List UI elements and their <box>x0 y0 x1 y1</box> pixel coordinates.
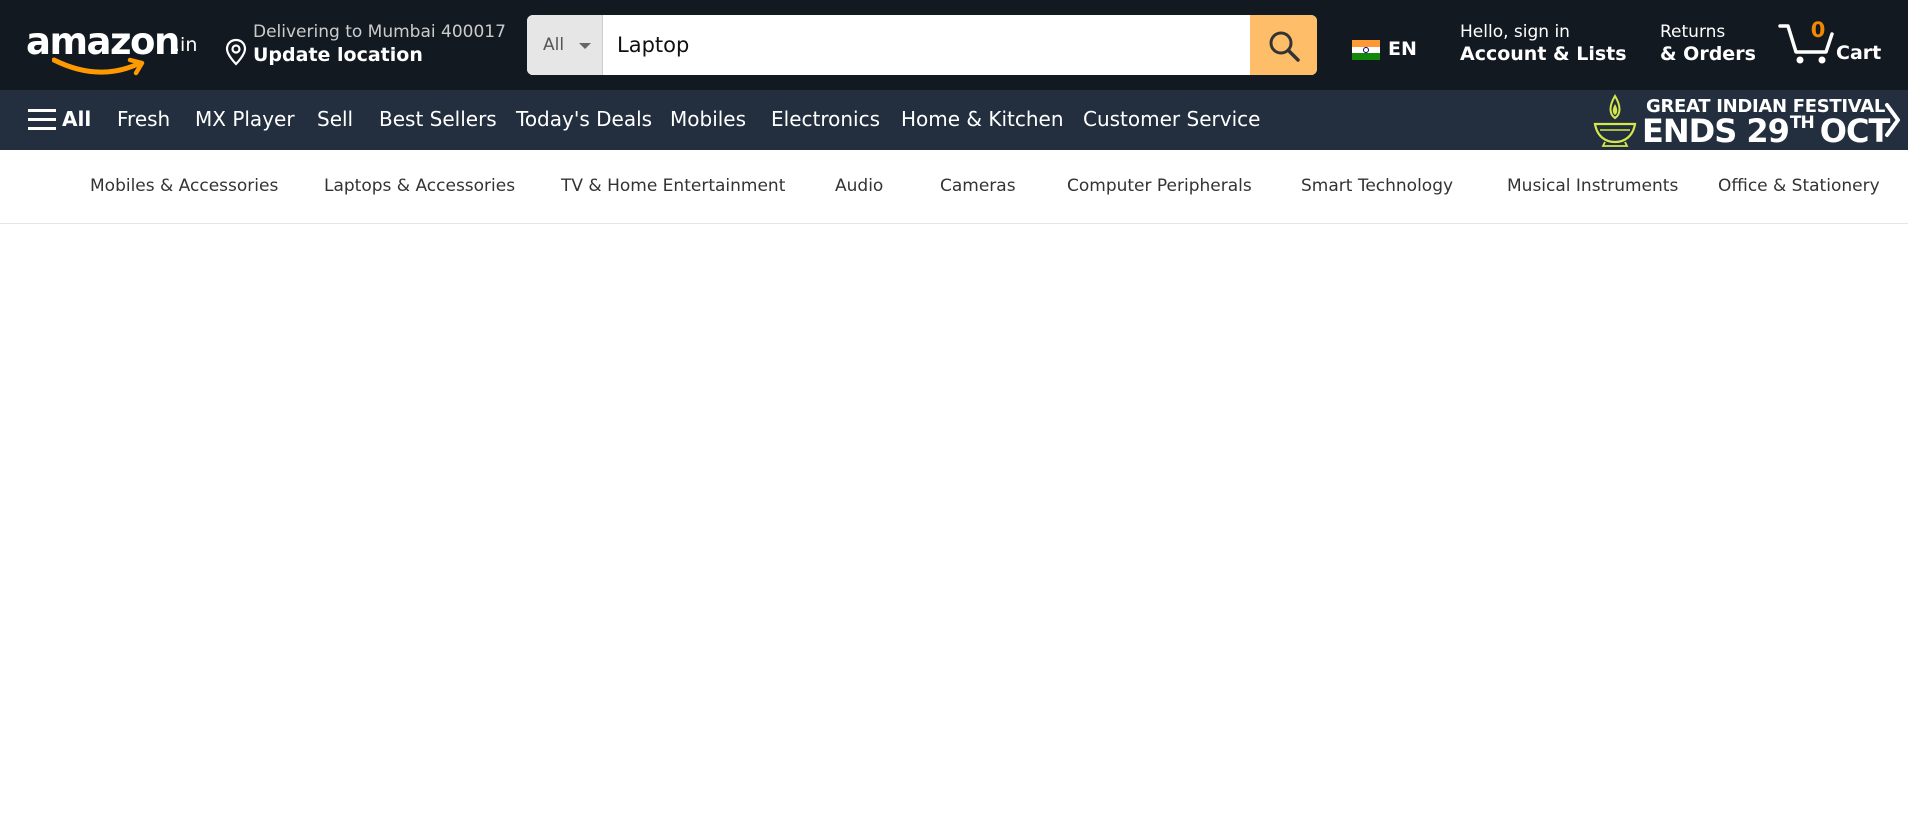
category-subnav: Mobiles & Accessories Laptops & Accessor… <box>0 150 1908 224</box>
nav-link-mx-player[interactable]: MX Player <box>195 107 295 131</box>
india-flag-icon <box>1352 40 1380 60</box>
all-menu-label: All <box>62 107 92 131</box>
nav-link-home-kitchen[interactable]: Home & Kitchen <box>901 107 1064 131</box>
nav-link-fresh[interactable]: Fresh <box>117 107 170 131</box>
amazon-logo[interactable]: amazon .in <box>22 14 202 76</box>
chevron-right-icon <box>1885 103 1900 137</box>
subnav-computer-peripherals[interactable]: Computer Peripherals <box>1067 176 1252 196</box>
delivery-line1: Delivering to Mumbai 400017 <box>253 22 506 42</box>
nav-link-sell[interactable]: Sell <box>317 107 353 131</box>
delivery-location[interactable]: Delivering to Mumbai 400017 Update locat… <box>222 18 506 74</box>
language-selector[interactable]: EN <box>1350 36 1420 66</box>
logo-tld: .in <box>174 34 198 56</box>
subnav-tv-home-entertainment[interactable]: TV & Home Entertainment <box>561 176 785 196</box>
subnav-laptops-accessories[interactable]: Laptops & Accessories <box>324 176 515 196</box>
cart-count-badge: 0 <box>1810 18 1826 42</box>
search-button[interactable] <box>1250 15 1317 75</box>
page-content-area <box>0 225 1908 827</box>
search-icon <box>1269 31 1300 62</box>
cart-label: Cart <box>1836 42 1882 64</box>
cart-button[interactable]: 0 Cart <box>1778 16 1888 74</box>
search-bar: All <box>527 15 1317 75</box>
nav-link-customer-service[interactable]: Customer Service <box>1083 107 1260 131</box>
nav-link-todays-deals[interactable]: Today's Deals <box>516 107 652 131</box>
top-navbar: amazon .in Delivering to Mumbai 400017 U… <box>0 0 1908 90</box>
location-pin-icon <box>225 38 247 66</box>
returns-label: Returns <box>1660 22 1726 42</box>
all-menu-button[interactable]: All <box>28 106 98 134</box>
language-code: EN <box>1388 38 1417 60</box>
nav-link-mobiles[interactable]: Mobiles <box>670 107 746 131</box>
subnav-cameras[interactable]: Cameras <box>940 176 1016 196</box>
search-category-label: All <box>543 35 565 55</box>
nav-link-electronics[interactable]: Electronics <box>771 107 880 131</box>
account-greeting: Hello, sign in <box>1460 22 1570 42</box>
subnav-audio[interactable]: Audio <box>835 176 883 196</box>
subnav-office-stationery[interactable]: Office & Stationery <box>1718 176 1880 196</box>
subnav-mobiles-accessories[interactable]: Mobiles & Accessories <box>90 176 278 196</box>
main-navbar: All Fresh MX Player Sell Best Sellers To… <box>0 90 1908 150</box>
subnav-musical-instruments[interactable]: Musical Instruments <box>1507 176 1678 196</box>
hamburger-menu-icon <box>28 109 56 130</box>
account-lists-label: Account & Lists <box>1460 43 1627 65</box>
search-category-dropdown[interactable]: All <box>527 15 603 75</box>
diya-lamp-icon <box>1593 94 1637 147</box>
search-input[interactable] <box>603 15 1241 75</box>
subnav-smart-technology[interactable]: Smart Technology <box>1301 176 1453 196</box>
account-menu[interactable]: Hello, sign in Account & Lists <box>1460 20 1630 72</box>
update-location-link: Update location <box>253 44 423 66</box>
amazon-smile-icon <box>52 57 145 76</box>
nav-link-best-sellers[interactable]: Best Sellers <box>379 107 497 131</box>
promo-subtitle: ENDS 29TH OCT <box>1642 112 1890 150</box>
festival-promo-banner[interactable]: GREAT INDIAN FESTIVAL ENDS 29TH OCT <box>1582 90 1908 150</box>
caret-down-icon <box>579 43 591 49</box>
orders-label: & Orders <box>1660 43 1756 65</box>
returns-orders-link[interactable]: Returns & Orders <box>1660 20 1760 72</box>
